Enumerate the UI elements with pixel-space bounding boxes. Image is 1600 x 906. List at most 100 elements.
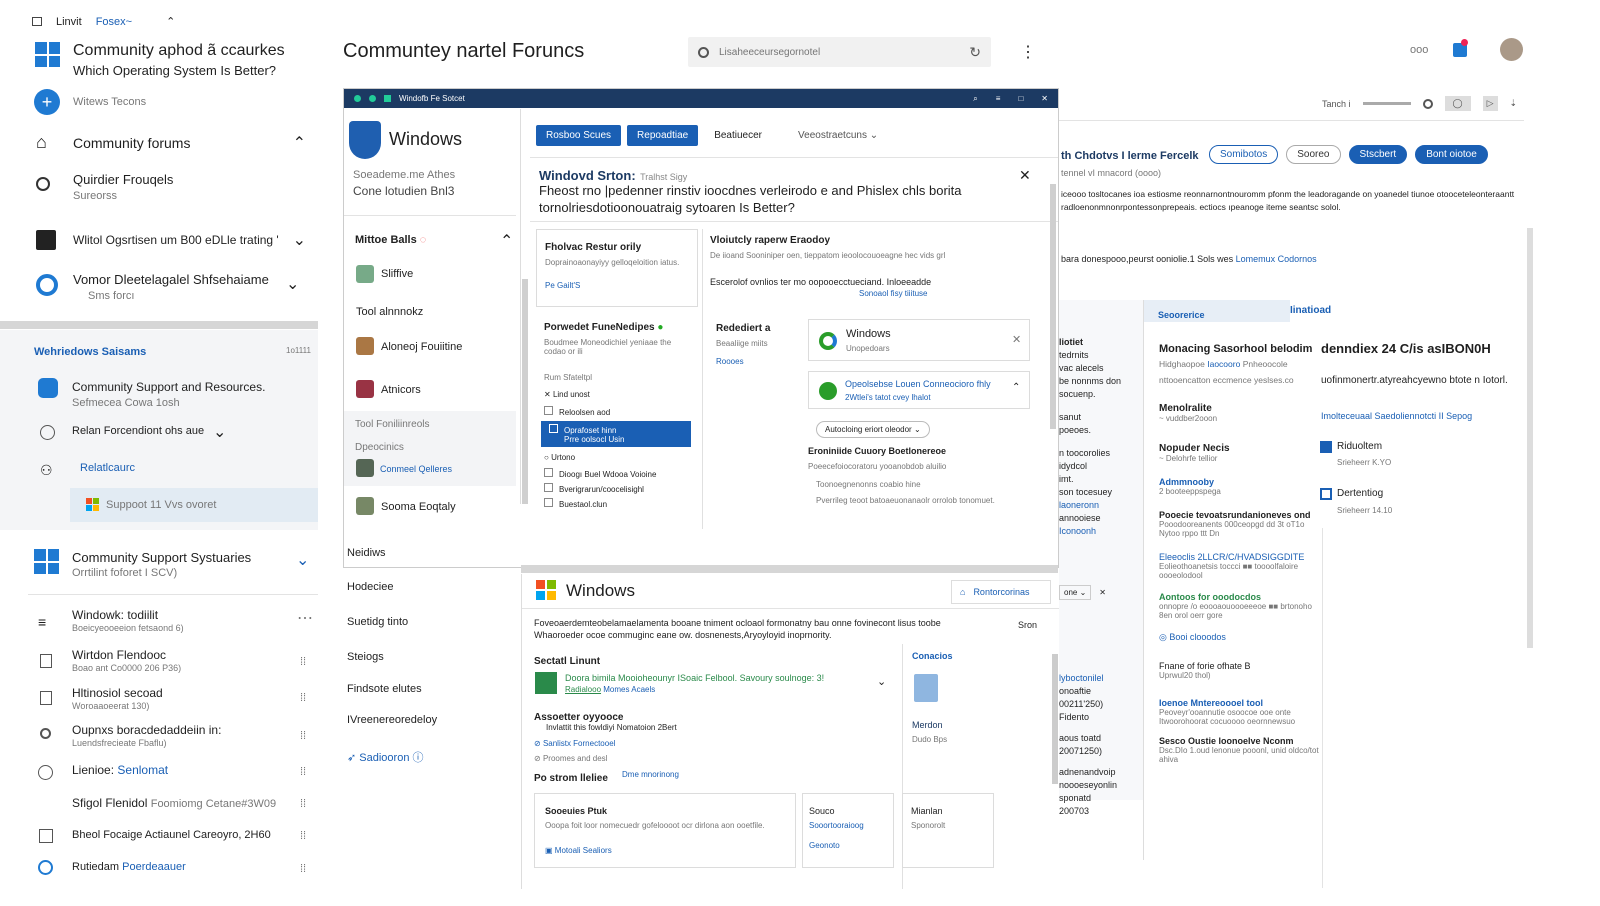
list-item[interactable]: Community Support and Resources. [72,380,265,394]
footer-card[interactable]: Sooeuies Ptuk Ooopa foit loor nomecuedr … [534,793,796,868]
drag-handle-icon[interactable]: ⁞⁞ [300,730,306,742]
selected-item[interactable]: Suppoot 11 Vvs ovoret [70,488,318,522]
search-icon[interactable]: ⌕ [973,94,977,104]
list-item[interactable]: ◎ Booi clooodos [1159,632,1319,643]
list-item[interactable]: Fnane of forie ofhate B [1159,661,1319,671]
scrollbar[interactable] [1052,654,1058,784]
drag-handle-icon[interactable]: ⁞⁞ [300,692,306,704]
list-item[interactable]: Nopuder Necis [1159,443,1319,454]
card-link[interactable]: ▣ Motoali Sealiors [545,846,612,855]
option[interactable]: Dioogı Buel Wdooa Voioine [544,468,656,479]
nav-item[interactable]: Tool alnnnokz [356,306,423,318]
nav-item[interactable]: Tool Foniliinreols [355,419,429,430]
nav-item[interactable]: Neidiws [347,547,386,559]
option-selected[interactable]: Oprafoset hinn Prre oolsocl Usin [541,421,691,447]
card-link[interactable]: Geonoto [809,841,840,850]
app-card[interactable]: Opeolsebse Louen Conneocioro fhly 2Wtlei… [808,371,1030,409]
sidebar-item-wlitol[interactable]: Wlitol Ogsrtisen um B00 eDLle trating ' … [36,230,306,250]
card-link[interactable]: Sooortooraioog [809,821,864,830]
tab-repoadtiae[interactable]: Repoadtiae [627,125,699,146]
scrollbar[interactable] [1527,228,1533,648]
nav-item[interactable]: IVreenereoredeloy [347,714,437,726]
links[interactable]: Radialooo Momes Acaels [565,685,655,694]
pill-button[interactable]: Stscbert [1348,145,1408,164]
dots-icon[interactable]: ooo [1410,44,1428,56]
nav-item[interactable]: Sliffive [381,268,413,280]
search-input[interactable] [719,46,970,58]
card-link[interactable]: Pe Gailt'S [545,281,580,290]
card-link[interactable]: Sonoaol fisy tiiituse [859,289,927,298]
list-item[interactable]: Wirtdon Flendooc [72,648,166,662]
option[interactable]: Bverigrarun/coocelisighl [544,483,644,494]
sidebar-item-community-forums[interactable]: ⌂ Community forums ⌃ [36,132,306,153]
drag-handle-icon[interactable]: ⁞⁞ [300,656,306,668]
tab-beatiuecer[interactable]: Beatiuecer [714,130,762,141]
chevron-down-icon[interactable]: ⌄ [877,675,886,688]
list-item[interactable]: Eleeoclis 2LLCR/C/HVADSIGGDITE [1159,552,1319,562]
media-icon[interactable]: ▷ [1482,96,1498,111]
action-button[interactable]: ⌂ Rontorcorinas [951,580,1051,604]
close-icon[interactable]: ✕ [1099,588,1106,597]
app-card[interactable]: Windows Unopedoars ✕ [808,319,1030,361]
list-item[interactable]: Hltinosiol secoad [72,686,163,700]
nav-item[interactable]: Atnicors [381,384,421,396]
nav-item[interactable]: Suetidg tinto [347,616,408,628]
panel-link[interactable]: Imolteceuaal Saedoliennotcti II Sepog [1321,411,1472,421]
drag-handle-icon[interactable]: ⁞⁞ [300,766,306,778]
tab-linvit[interactable]: Linvit [56,16,82,28]
menu-icon[interactable]: ≡ [996,94,1001,103]
list-item[interactable]: Doora bimila Mooioheounyr ISoaic Felbool… [565,673,824,683]
notification-icon[interactable] [1453,39,1468,57]
card-link[interactable]: Roooes [716,357,744,366]
tab-fosex[interactable]: Fosex~ [96,16,132,28]
option[interactable]: ✕ Lind unost [544,390,590,399]
more-icon[interactable]: ⋯ [297,608,313,628]
nav-item[interactable]: Sooma Eoqtaly [381,501,456,513]
drag-handle-icon[interactable]: ⁞⁞ [300,798,306,810]
chevron-up-icon[interactable]: ⌃ [1012,382,1020,393]
dropdown[interactable]: one ⌄ [1059,585,1092,600]
close-icon[interactable]: ✕ [1012,333,1021,346]
add-icon[interactable]: + [34,89,60,115]
card[interactable]: Fholvac Restur orily Doprainoaonayiyy ge… [536,229,698,307]
slider[interactable] [1362,102,1411,105]
list-item[interactable]: Windowk: todiilit [72,608,158,622]
chevron-down-icon[interactable]: ⌄ [296,550,309,570]
list-item[interactable]: Admmnooby [1159,477,1319,487]
scrollbar[interactable] [522,279,528,504]
link[interactable]: ⊘ Sanlistx Fornectooel [534,739,615,748]
avatar[interactable] [1500,38,1523,61]
nav-item[interactable]: ➶ Sadiooron ⓘ [347,749,424,765]
chat-icon[interactable]: ◯ [1444,96,1471,111]
list-item[interactable]: Ioenoe Mntereoooel tool [1159,698,1319,708]
chevron-down-icon[interactable]: ⌄ [286,274,299,294]
nav-item[interactable]: Aloneoj Fouiitine [381,341,462,353]
settings-icon[interactable]: ⇣ [1510,98,1518,109]
tab-dropdown[interactable]: Veeostraetcuns ⌄ [798,130,878,141]
filter-pill[interactable]: Autocloing eriort oleodor ⌄ [816,421,930,438]
option[interactable]: Buestaol.clun [544,498,607,509]
footer-card[interactable]: Souco Sooortooraioog Geonoto [802,793,894,868]
list-item[interactable]: Bheol Focaige Actiaunel Careoyro, 2H60 [72,829,271,841]
drag-handle-icon[interactable]: ⁞⁞ [300,830,306,842]
tab-label[interactable]: Iinatioad [1290,305,1331,316]
more-vertical-icon[interactable]: ⋮ [1020,42,1036,62]
link[interactable]: Dme mnorinong [622,770,679,779]
side-item[interactable]: Dertentiog [1337,488,1383,499]
side-item[interactable]: Riduoltem [1337,441,1382,452]
list-item[interactable]: Rutiedam Poerdeaauer [72,861,186,873]
chevron-down-icon[interactable]: ⌄ [293,230,306,250]
maximize-icon[interactable]: □ [1018,94,1023,103]
close-icon[interactable]: ✕ [1019,167,1031,184]
refresh-icon[interactable]: ↻ [969,44,981,61]
chevron-up-icon[interactable]: ⌃ [500,231,513,251]
list-item[interactable]: Sesco Oustie loonoelve Nconm [1159,736,1319,746]
chevron-down-icon[interactable]: ⌄ [213,422,226,442]
list-item[interactable]: Menolralite [1159,403,1319,414]
chevron-up-icon[interactable]: ⌃ [166,15,175,28]
search-bar[interactable]: ↻ [688,37,991,67]
list-item[interactable]: Relan Forcendiont ohs aue [72,425,204,437]
pill-button[interactable]: Bont oiotoe [1415,145,1488,164]
nav-item[interactable]: Hodeciee [347,581,393,593]
pill-button[interactable]: Sooreo [1286,145,1341,164]
